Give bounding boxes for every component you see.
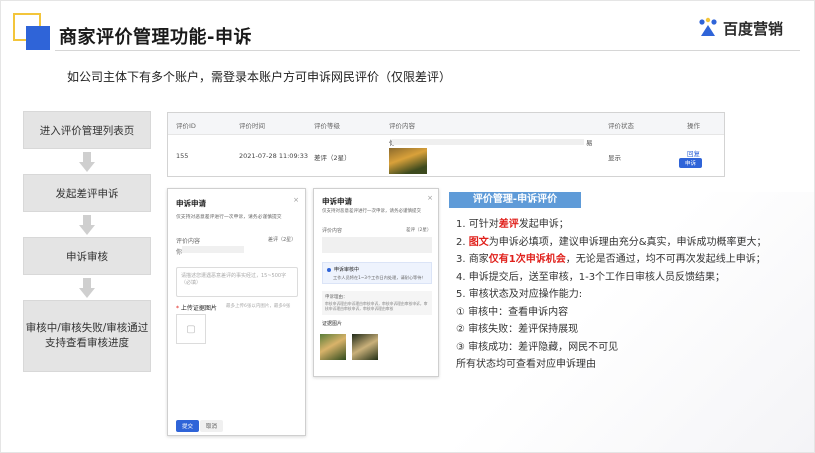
content-label: 评价内容 [176, 238, 201, 245]
textarea-placeholder: 请描述您遭遇恶意差评的事实经过，15~500字（必填） [181, 273, 287, 286]
rating-label: 差评（2星） [406, 228, 432, 233]
status-footnote: 所有状态均可查看对应申诉理由 [456, 359, 596, 370]
close-icon[interactable]: × [293, 196, 299, 204]
content-redacted-bar [392, 139, 584, 145]
status-item-pending: ① 审核中：查看申诉内容 [456, 306, 569, 318]
cell-level: 差评（2星） [314, 154, 351, 162]
cell-status: 显示 [608, 154, 621, 162]
table-header: 评价ID 评价时间 评价等级 评价内容 评价状态 操作 [168, 113, 724, 135]
flow-arrow [23, 212, 151, 237]
evidence-label: 证据图片 [322, 321, 343, 327]
flow-arrow [23, 149, 151, 174]
flow-step-enter-list: 进入评价管理列表页 [23, 111, 151, 149]
rules-list: 1. 可针对差评发起申诉； 2. 图文为申诉必填项，建议申诉理由充分&真实，申诉… [456, 216, 767, 374]
page-subtitle: 如公司主体下有多个账户，需登录本账户方可申诉网民评价（仅限差评） [67, 70, 452, 84]
status-title-row: 申诉审核中 [327, 266, 359, 273]
col-header-time: 评价时间 [239, 122, 265, 130]
page-title: 商家评价管理功能-申诉 [59, 27, 252, 48]
baidu-paw-icon [699, 17, 717, 36]
appeal-reason-textarea[interactable]: 请描述您遭遇恶意差评的事实经过，15~500字（必填） [176, 267, 298, 297]
modal-note: 仅支持对恶意差评进行一次申诉，请务必谨慎提交 [176, 215, 282, 220]
evidence-photo[interactable] [320, 334, 346, 360]
col-header-status: 评价状态 [608, 122, 634, 130]
modal-title: 申诉申请 [176, 199, 206, 208]
content-label: 评价内容 [322, 228, 343, 234]
rule-item-2: 2. 图文为申诉必填项，建议申诉理由充分&真实，申诉成功概率更大； [456, 236, 767, 248]
col-header-id: 评价ID [176, 122, 196, 130]
reply-link[interactable]: 回复 [687, 148, 700, 158]
down-arrow-icon [79, 214, 95, 235]
panel-heading: 评价管理-申诉评价 [449, 192, 581, 208]
down-arrow-icon [79, 277, 95, 298]
down-arrow-icon [79, 151, 95, 172]
rating-label: 差评（2星） [268, 237, 297, 243]
modal-note: 仅支持对恶意差评进行一次申诉，请务必谨慎提交 [322, 209, 421, 214]
cell-content-suffix: 易 [586, 139, 593, 147]
cell-time: 2021-07-28 11:09:33 [239, 152, 309, 160]
upload-hint: 最多上传6张以内图片，最多9张 [226, 304, 291, 309]
rule-item-4: 4. 申诉提交后，送至审核，1-3个工作日审核人员反馈结果； [456, 271, 726, 283]
appeal-modal-form: 申诉申请 × 仅支持对恶意差评进行一次申诉，请务必谨慎提交 评价内容 差评（2星… [167, 188, 306, 436]
reason-label: 申诉理由： [325, 295, 348, 300]
rule-item-5: 5. 审核状态及对应操作能力: [456, 289, 583, 300]
col-header-level: 评价等级 [314, 122, 340, 130]
status-dot [327, 267, 331, 272]
upload-label: 上传证据图片 [180, 305, 217, 312]
cancel-button[interactable]: 取消 [200, 420, 224, 432]
flow-step-appeal: 发起差评申诉 [23, 174, 151, 212]
status-title: 申诉审核中 [334, 267, 360, 273]
flow-step-progress: 审核中/审核失败/审核通过 支持查看审核进度 [23, 300, 151, 372]
content-redacted [322, 237, 432, 253]
content-redacted [182, 246, 244, 253]
status-item-success: ③ 审核成功：差评隐藏，网民不可见 [456, 341, 619, 353]
cell-id: 155 [176, 152, 189, 160]
title-divider [55, 50, 800, 51]
brand-logo: 百度营销 [697, 17, 783, 39]
reason-box: 申诉理由： 审核申诉理由申诉理由审核申诉，审核申诉理由审核申诉，审核申诉理由审核… [322, 291, 432, 315]
rule-item-3: 3. 商家仅有1次申诉机会，无论是否通过，均不可再次发起线上申诉； [456, 254, 766, 265]
review-photo-thumbnail[interactable] [389, 148, 427, 174]
status-item-failed: ② 审核失败：差评保持展现 [456, 324, 579, 335]
appeal-modal-status: 申诉申请 × 仅支持对恶意差评进行一次申诉，请务必谨慎提交 评价内容 差评（2星… [313, 188, 439, 377]
modal-title: 申诉申请 [322, 197, 352, 206]
appeal-button[interactable]: 申诉 [679, 158, 703, 168]
slide: 商家评价管理功能-申诉 百度营销 如公司主体下有多个账户，需登录本账户方可申诉网… [0, 0, 815, 453]
evidence-photo[interactable] [352, 334, 378, 360]
reason-text: 审核申诉理由申诉理由审核申诉，审核申诉理由审核申诉，审核申诉理由审核申诉，审核申… [325, 301, 428, 311]
process-flow: 进入评价管理列表页 发起差评申诉 申诉审核 审核中/审核失败/审核通过 支持查看… [23, 111, 151, 372]
logo-text: 百度营销 [723, 19, 784, 38]
status-desc: 工作人员将在1~3个工作日内处理，请耐心等待！ [333, 275, 426, 280]
table-row: 155 2021-07-28 11:09:33 差评（2星） 你? 易 显示 回… [168, 135, 724, 177]
image-placeholder-icon: ▢ [186, 323, 196, 335]
flow-step-review: 申诉审核 [23, 237, 151, 275]
title-decoration-fill [26, 26, 50, 50]
upload-image-button[interactable]: ▢ [176, 314, 206, 344]
upload-label-row: * 上传证据图片 [176, 305, 217, 312]
review-status-box: 申诉审核中 工作人员将在1~3个工作日内处理，请耐心等待！ [322, 262, 432, 284]
col-header-content: 评价内容 [389, 122, 415, 130]
flow-arrow [23, 275, 151, 300]
review-table: 评价ID 评价时间 评价等级 评价内容 评价状态 操作 155 2021-07-… [167, 112, 725, 177]
rule-item-1: 1. 可针对差评发起申诉； [456, 219, 569, 230]
close-icon[interactable]: × [427, 194, 433, 202]
submit-button[interactable]: 提交 [176, 420, 200, 432]
col-header-action: 操作 [687, 122, 700, 130]
